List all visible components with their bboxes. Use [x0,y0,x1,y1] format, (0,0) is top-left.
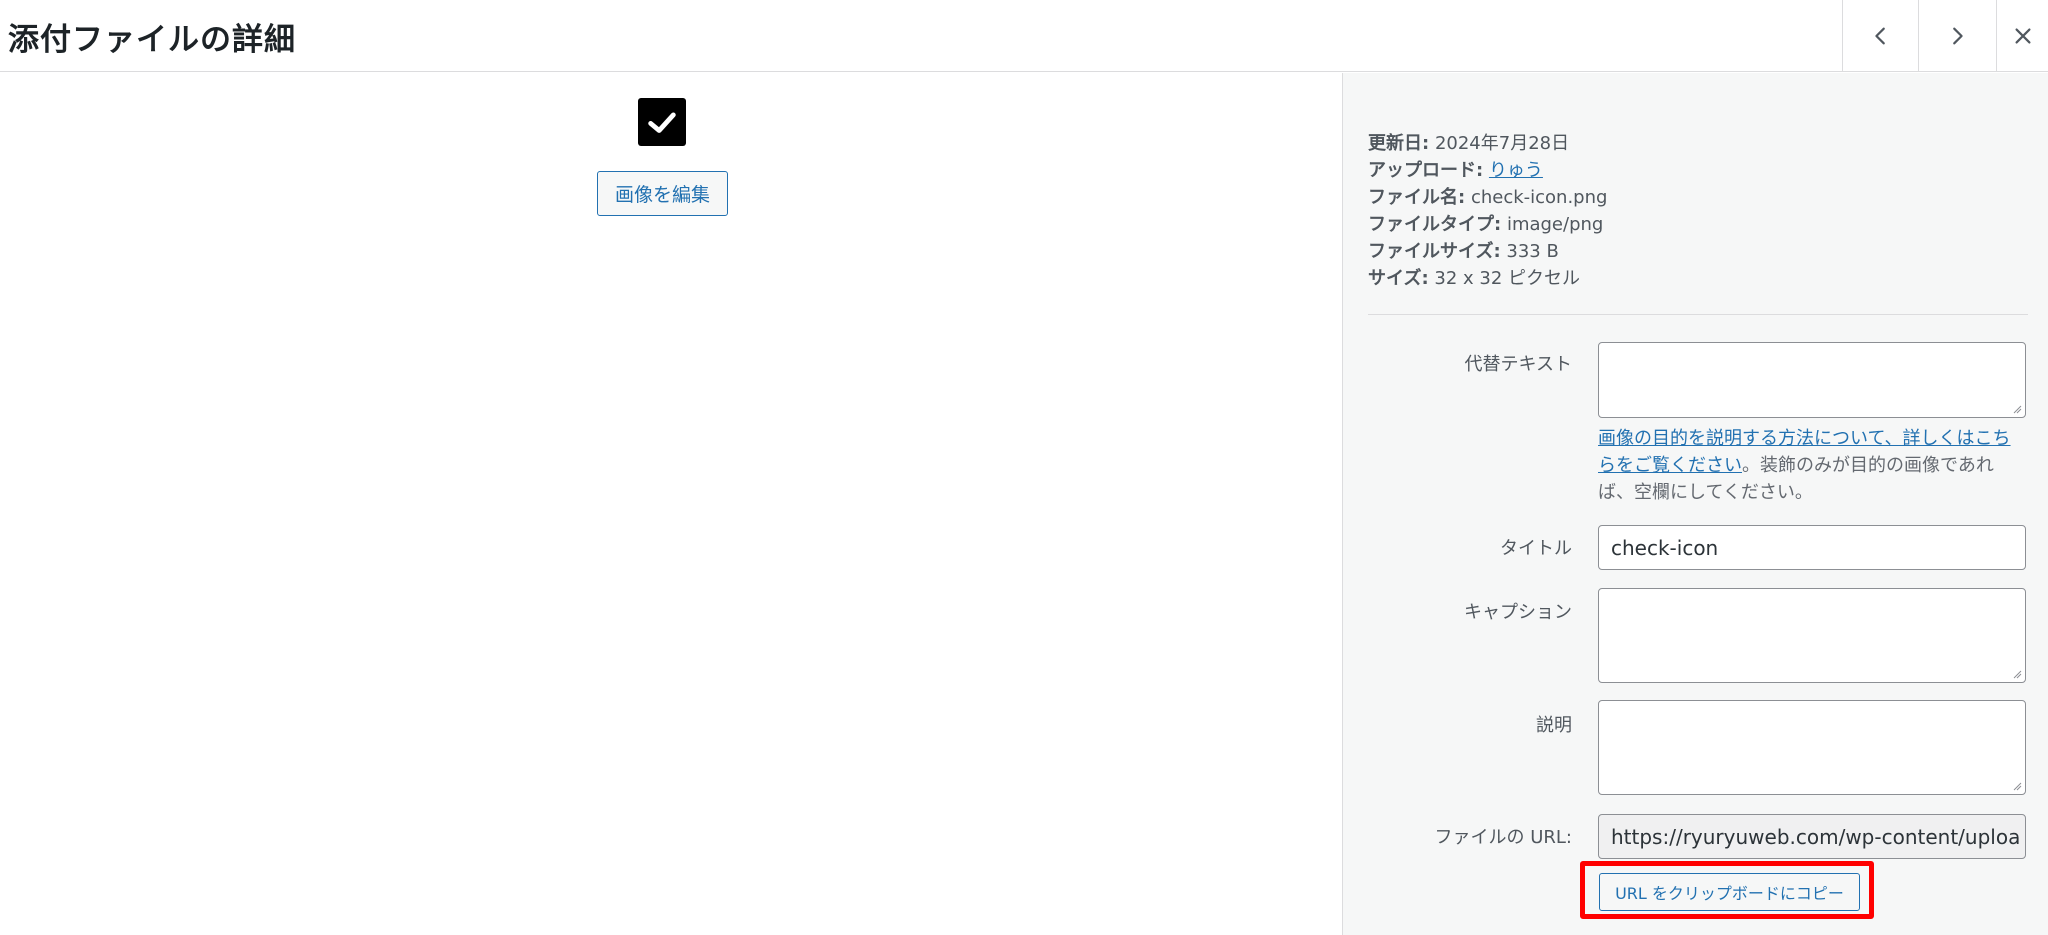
resize-grip-icon [2013,782,2022,791]
description-label: 説明 [1536,715,1572,736]
title-label: タイトル [1500,538,1572,559]
next-button[interactable] [1918,0,1994,72]
chevron-right-icon [1952,27,1963,45]
meta-filename: ファイル名: check-icon.png [1368,187,1608,208]
attachment-thumbnail [638,98,686,146]
modal-header: 添付ファイルの詳細 [0,0,2048,72]
meta-filetype: ファイルタイプ: image/png [1368,214,1604,235]
uploader-link[interactable]: りゅう [1489,160,1543,181]
caption-label: キャプション [1464,602,1572,623]
previous-button[interactable] [1842,0,1918,72]
meta-uploader: アップロード: りゅう [1368,160,1543,181]
image-preview-area: 画像を編集 [0,73,1342,935]
attachment-details-sidebar: 更新日: 2024年7月28日 アップロード: りゅう ファイル名: check… [1342,73,2048,935]
title-input[interactable]: check-icon [1598,525,2026,570]
file-url-input[interactable]: https://ryuryuweb.com/wp-content/uploa [1598,814,2026,859]
resize-grip-icon [2013,405,2022,414]
alt-text-label: 代替テキスト [1464,354,1572,375]
close-button[interactable] [1996,0,2048,72]
edit-image-button[interactable]: 画像を編集 [597,171,728,216]
checkmark-icon [648,112,676,133]
meta-updated: 更新日: 2024年7月28日 [1368,133,1570,154]
description-textarea[interactable] [1598,700,2026,795]
chevron-left-icon [1874,27,1885,45]
file-url-label: ファイルの URL: [1434,827,1573,848]
meta-dimensions: サイズ: 32 x 32 ピクセル [1368,268,1581,289]
copy-url-button[interactable]: URL をクリップボードにコピー [1599,873,1860,911]
file-meta: 更新日: 2024年7月28日 アップロード: りゅう ファイル名: check… [1368,130,1607,292]
meta-filesize: ファイルサイズ: 333 B [1368,241,1559,262]
page-title: 添付ファイルの詳細 [8,22,296,58]
alt-text-textarea[interactable] [1598,342,2026,418]
close-icon [2014,28,2031,44]
resize-grip-icon [2013,670,2022,679]
caption-textarea[interactable] [1598,588,2026,683]
alt-text-help: 画像の目的を説明する方法について、詳しくはこちらをご覧ください。装飾のみが目的の… [1598,428,2011,503]
divider [1368,314,2028,315]
